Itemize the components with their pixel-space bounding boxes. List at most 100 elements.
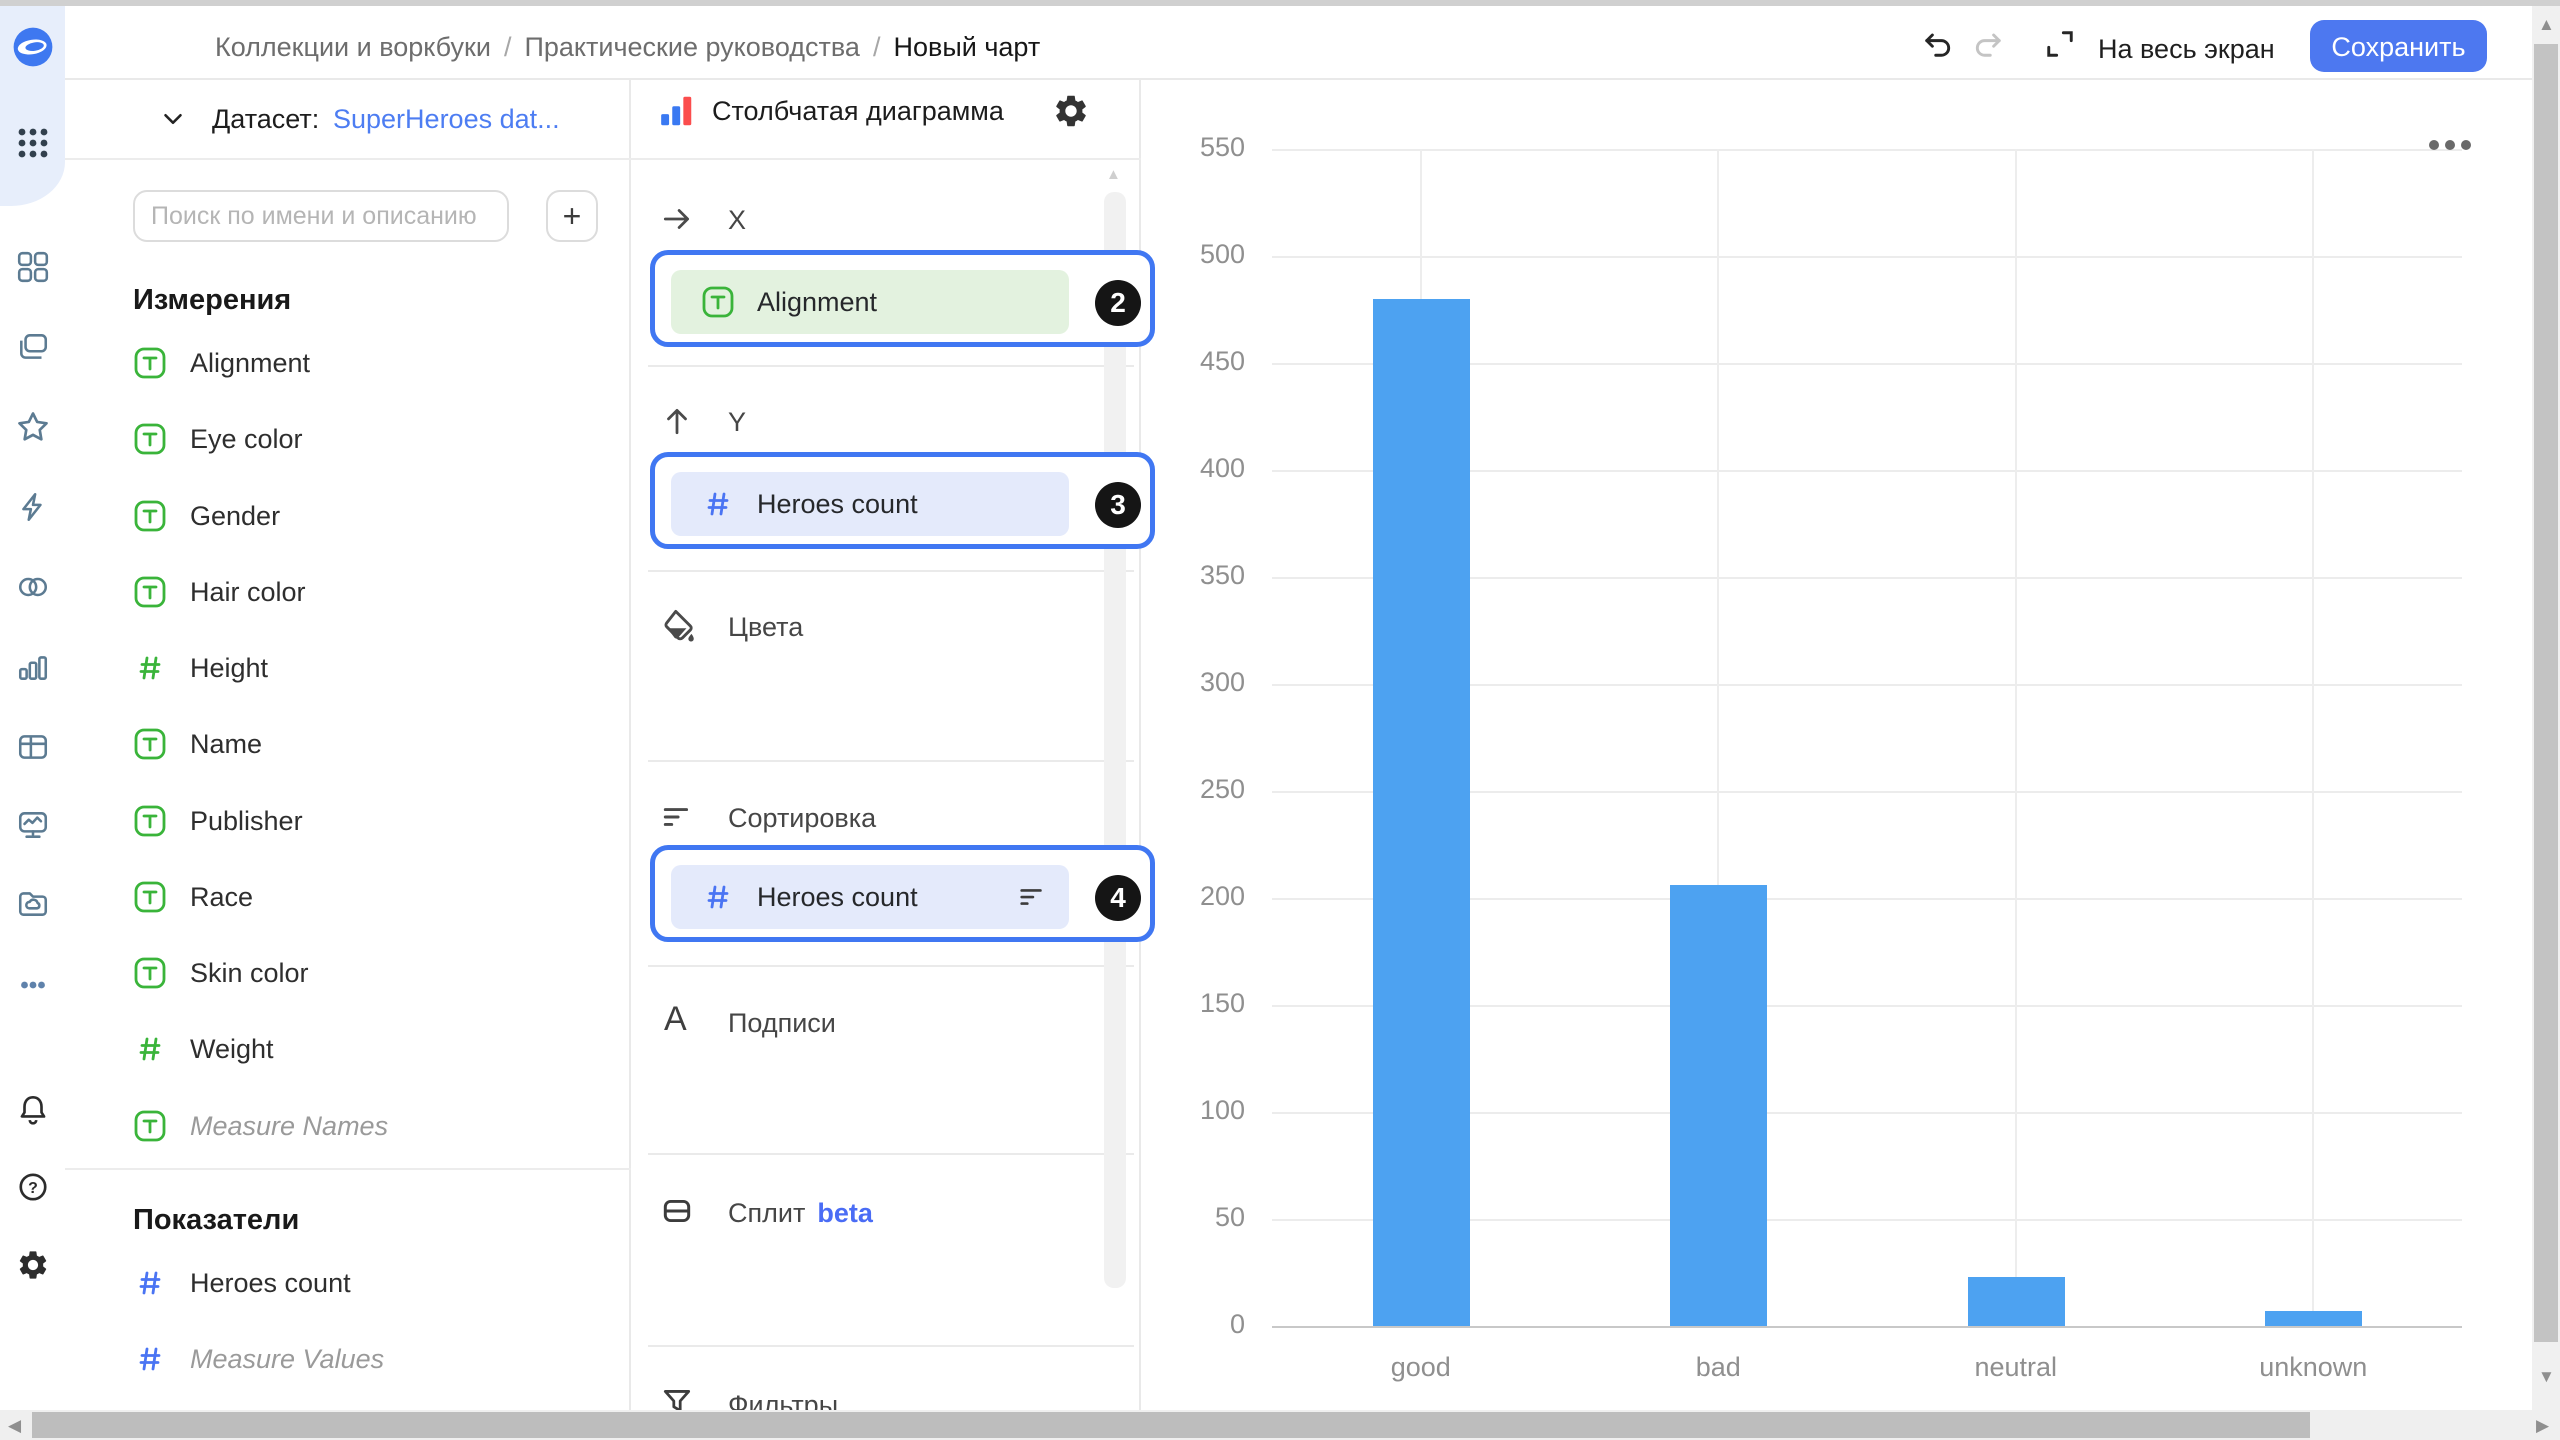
sidebar-item-monitoring[interactable] (12, 804, 54, 846)
arrow-right-icon (660, 202, 694, 236)
divider (65, 1168, 631, 1170)
number-field-icon (701, 487, 735, 521)
dimension-hair-color[interactable]: Hair color (133, 572, 306, 612)
y-tick-label: 350 (1141, 560, 1245, 591)
bar-bad[interactable] (1670, 885, 1767, 1326)
vertical-scrollbar[interactable]: ▲ ▼ (2532, 6, 2560, 1410)
sidebar-item-widgets[interactable] (12, 246, 54, 288)
field-label: Name (190, 729, 262, 760)
bell-icon (16, 1092, 50, 1126)
scroll-up-arrow[interactable]: ▲ (2538, 16, 2555, 33)
field-label: Race (190, 882, 253, 913)
sidebar-item-storage[interactable] (12, 882, 54, 924)
viz-scroll-up-arrow[interactable]: ▲ (1106, 166, 1121, 183)
field-label: Publisher (190, 806, 303, 837)
annotation-step-4: Heroes count 4 (650, 845, 1155, 942)
split-section-label[interactable]: Сплитbeta (728, 1198, 873, 1229)
x-tick-label: unknown (2163, 1352, 2463, 1383)
field-label: Hair color (190, 577, 306, 608)
folder-cloud-icon (16, 886, 50, 920)
chart-canvas: 050100150200250300350400450500550goodbad… (1141, 80, 2532, 1410)
search-input[interactable] (133, 190, 509, 242)
text-field-icon (133, 1109, 167, 1143)
colors-section-label[interactable]: Цвета (728, 612, 803, 643)
dimension-gender[interactable]: Gender (133, 496, 280, 536)
divider (648, 570, 1134, 572)
chart-type-selector[interactable] (658, 92, 696, 130)
text-field-icon (701, 285, 735, 319)
breadcrumb-collections[interactable]: Коллекции и воркбуки (215, 32, 491, 63)
collections-icon (16, 330, 50, 364)
save-button[interactable]: Сохранить (2310, 20, 2487, 72)
bar-good[interactable] (1373, 299, 1470, 1326)
divider (648, 365, 1134, 367)
sidebar-item-favorites[interactable] (12, 406, 54, 448)
sort-field-heroes-count[interactable]: Heroes count (671, 865, 1069, 929)
redo-button[interactable] (1970, 26, 2006, 62)
chart-settings-button[interactable] (1052, 92, 1090, 130)
sidebar-item-quick-actions[interactable] (12, 486, 54, 528)
annotation-badge-4: 4 (1095, 875, 1141, 921)
field-label: Heroes count (757, 489, 918, 520)
gridline (2312, 149, 2314, 1326)
y-tick-label: 50 (1141, 1202, 1245, 1233)
settings-button[interactable] (12, 1244, 54, 1286)
horizontal-scrollbar-thumb[interactable] (32, 1412, 2310, 1438)
monitor-chart-icon (16, 808, 50, 842)
sidebar-item-tables[interactable] (12, 726, 54, 768)
bar-unknown[interactable] (2265, 1311, 2362, 1326)
measure-measure-values[interactable]: Measure Values (133, 1339, 384, 1379)
chart-type-label[interactable]: Столбчатая диаграмма (712, 96, 1004, 127)
scroll-down-arrow[interactable]: ▼ (2538, 1368, 2555, 1385)
sidebar-item-more[interactable] (12, 964, 54, 1006)
undo-button[interactable] (1920, 26, 1956, 62)
x-field-alignment[interactable]: Alignment (671, 270, 1069, 334)
column-chart-type-icon (658, 92, 696, 130)
apps-grid-icon[interactable] (12, 122, 54, 164)
chart-more-menu[interactable] (2429, 140, 2471, 150)
text-field-icon (133, 422, 167, 456)
viz-panel-scrollbar[interactable] (1104, 192, 1126, 1288)
y-field-heroes-count[interactable]: Heroes count (671, 472, 1069, 536)
dimension-weight[interactable]: Weight (133, 1029, 274, 1069)
x-axis-icon (660, 202, 694, 236)
vertical-scrollbar-thumb[interactable] (2534, 44, 2558, 1342)
scroll-left-arrow[interactable]: ◀ (8, 1417, 21, 1434)
bar-chart-icon (16, 650, 50, 684)
text-field-icon (133, 804, 167, 838)
expand-button[interactable] (2042, 26, 2078, 62)
sidebar-item-relations[interactable] (12, 566, 54, 608)
add-field-button[interactable]: + (546, 190, 598, 242)
y-tick-label: 450 (1141, 346, 1245, 377)
dimension-skin-color[interactable]: Skin color (133, 953, 309, 993)
dimension-height[interactable]: Height (133, 648, 268, 688)
bar-neutral[interactable] (1968, 1277, 2065, 1326)
breadcrumb-guides[interactable]: Практические руководства (524, 32, 859, 63)
labels-section-icon: А (664, 1000, 687, 1039)
dimension-name[interactable]: Name (133, 724, 262, 764)
scroll-right-arrow[interactable]: ▶ (2536, 1417, 2549, 1434)
help-button[interactable]: ? (12, 1166, 54, 1208)
divider (648, 965, 1134, 967)
labels-section-label[interactable]: Подписи (728, 1008, 836, 1039)
sort-direction-icon[interactable] (1017, 882, 1047, 912)
fullscreen-label[interactable]: На весь экран (2098, 34, 2275, 65)
gridline (1272, 149, 2462, 151)
dataset-name-link[interactable]: SuperHeroes dat... (333, 104, 560, 135)
dataset-collapse-button[interactable] (158, 104, 188, 134)
dimension-alignment[interactable]: Alignment (133, 343, 310, 383)
gridline (1272, 256, 2462, 258)
dimension-race[interactable]: Race (133, 877, 253, 917)
sidebar-item-collections[interactable] (12, 326, 54, 368)
horizontal-scrollbar[interactable]: ◀ ▶ (0, 1410, 2560, 1440)
dimension-eye-color[interactable]: Eye color (133, 419, 303, 459)
arrow-up-icon (660, 404, 694, 438)
datalens-logo[interactable] (12, 26, 54, 68)
measure-heroes-count[interactable]: Heroes count (133, 1263, 351, 1303)
y-axis-section-label: Y (728, 407, 746, 438)
notifications-button[interactable] (12, 1088, 54, 1130)
dimension-publisher[interactable]: Publisher (133, 801, 303, 841)
sidebar-item-charts[interactable] (12, 646, 54, 688)
dimension-measure-names[interactable]: Measure Names (133, 1106, 388, 1146)
divider (648, 1153, 1134, 1155)
